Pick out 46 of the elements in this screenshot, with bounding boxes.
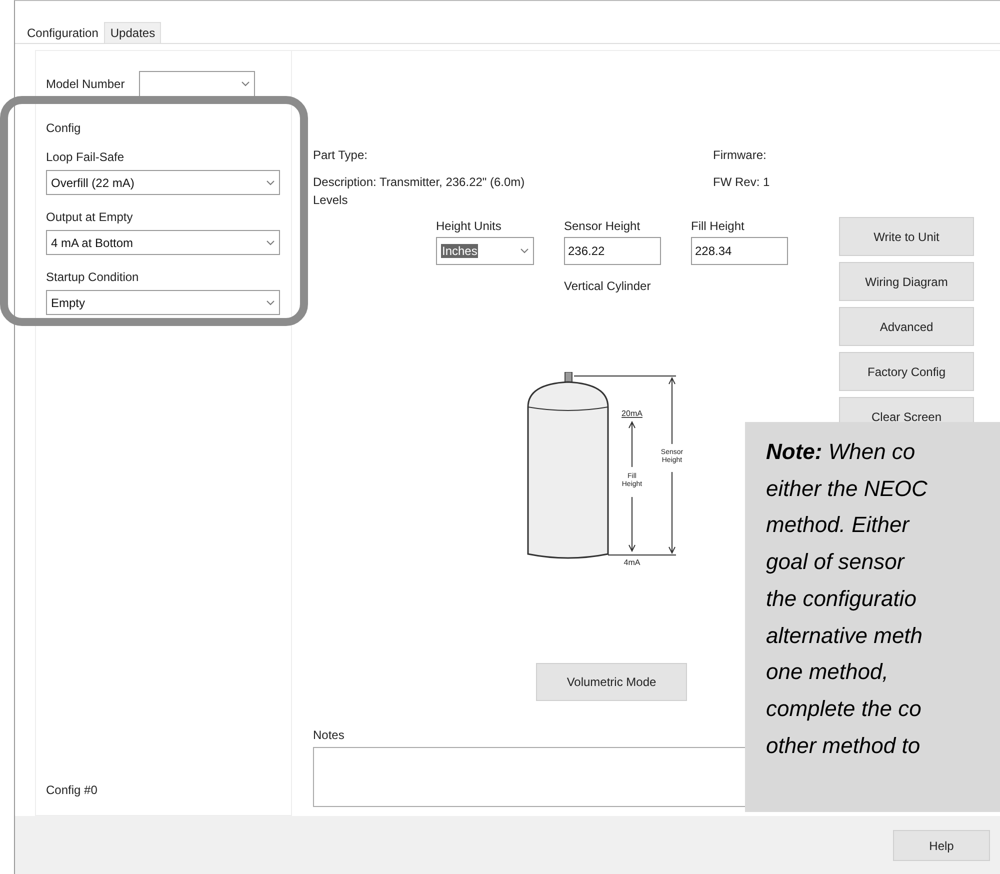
- help-button[interactable]: Help: [893, 830, 990, 861]
- note-text: one method,: [766, 658, 890, 686]
- config-number: Config #0: [46, 783, 98, 797]
- section-title: Levels: [313, 193, 349, 207]
- note-text: the configuratio: [766, 584, 918, 613]
- firmware-label: Firmware:: [713, 148, 768, 162]
- height-units-dropdown[interactable]: Inches: [436, 237, 534, 265]
- caret-icon: [240, 81, 250, 87]
- diagram-label: 4mA: [624, 558, 640, 567]
- part-type-label: Part Type:: [313, 148, 368, 162]
- dropdown[interactable]: Empty: [46, 290, 280, 315]
- field-label: Sensor Height: [564, 219, 642, 233]
- dropdown[interactable]: 4 mA at Bottom: [46, 230, 280, 255]
- input-field[interactable]: 236.22: [564, 237, 661, 265]
- note-text: method. Either: [766, 511, 911, 540]
- caret-icon: [266, 240, 275, 246]
- action-button[interactable]: Advanced: [839, 307, 974, 346]
- group-title: Config: [46, 121, 82, 135]
- volumetric-mode-button[interactable]: Volumetric Mode: [536, 663, 687, 701]
- tank-shape-label: Vertical Cylinder: [564, 279, 652, 293]
- caret-icon: [520, 248, 529, 254]
- input-field[interactable]: 228.34: [691, 237, 788, 265]
- firmware-revision: FW Rev: 1: [713, 175, 771, 189]
- diagram-label: 20mA: [622, 409, 642, 418]
- note-text: goal of sensor: [766, 548, 906, 576]
- caret-icon: [266, 300, 275, 306]
- model-number-dropdown[interactable]: [138, 71, 255, 97]
- field-label: Fill Height: [691, 219, 746, 233]
- note-text: either the NEOC: [766, 474, 928, 503]
- caret-icon: [266, 180, 275, 186]
- note-text: Note: When co: [766, 438, 916, 466]
- note-text: alternative meth: [766, 622, 924, 650]
- dropdown[interactable]: Overfill (22 mA): [46, 170, 280, 195]
- field-label: Output at Empty: [46, 210, 134, 224]
- action-button[interactable]: Write to Unit: [839, 217, 974, 256]
- field-label: Height Units: [436, 219, 502, 233]
- field-label: Loop Fail-Safe: [46, 150, 126, 164]
- field-label: Startup Condition: [46, 270, 140, 284]
- notes-label: Notes: [313, 728, 346, 742]
- field-label: Model Number: [46, 77, 125, 91]
- action-button[interactable]: Wiring Diagram: [839, 262, 974, 301]
- note-text: complete the co: [766, 694, 922, 723]
- description-text: Description: Transmitter, 236.22" (6.0m): [313, 175, 526, 189]
- note-text: other method to: [766, 732, 922, 760]
- tab[interactable]: Updates: [104, 22, 162, 43]
- action-button[interactable]: Factory Config: [839, 352, 974, 391]
